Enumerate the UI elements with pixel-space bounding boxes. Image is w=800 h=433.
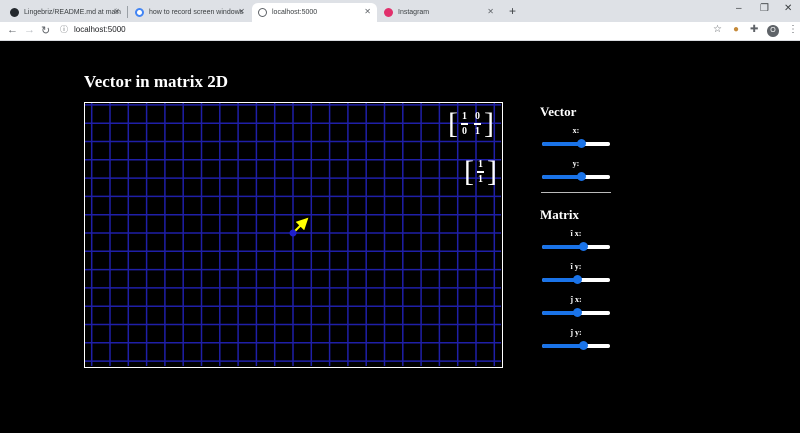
back-icon[interactable]: ← [7, 24, 18, 36]
slider[interactable] [542, 341, 610, 350]
slider-thumb[interactable] [577, 139, 587, 148]
window-close-icon[interactable]: ✕ [784, 3, 792, 14]
tab-localhost[interactable]: localhost:5000 ✕ [252, 3, 377, 22]
browser-toolbar: ← → ↻ ⓘ localhost:5000 ☆ ● ✚ O ⋮ [0, 22, 800, 41]
page-title: Vector in matrix 2D [84, 72, 229, 91]
avatar[interactable]: O [767, 25, 779, 37]
new-tab-button[interactable]: + [509, 4, 516, 18]
slider[interactable] [542, 172, 610, 181]
tab-title: Lingebriz/README.md at main [24, 9, 121, 16]
matrix-heading: Matrix [540, 207, 579, 222]
matrix-display: [ 10 01 ] [448, 107, 494, 140]
globe-icon [258, 8, 267, 17]
tab-instagram[interactable]: Instagram ✕ [378, 3, 500, 22]
slider-label: î x: [570, 229, 582, 238]
slider[interactable] [542, 242, 610, 251]
slider-thumb[interactable] [573, 308, 583, 317]
divider [541, 192, 611, 193]
slider-thumb[interactable] [578, 242, 588, 251]
origin-point [289, 229, 297, 237]
tab-title: localhost:5000 [272, 9, 318, 16]
info-icon[interactable]: ⓘ [60, 25, 68, 34]
puzzle-icon[interactable]: ✚ [750, 24, 758, 35]
google-icon [135, 8, 144, 17]
control-panel: Vector x: y: Matrix î x: î y: ĵ x: ĵ y: [540, 104, 612, 361]
tab-title: how to record screen windows [149, 9, 244, 16]
slider-label: y: [572, 159, 580, 168]
vector-display: [ 11 ] [464, 155, 497, 188]
tab-github[interactable]: Lingebriz/README.md at main ✕ [4, 3, 126, 22]
close-icon[interactable]: ✕ [364, 7, 371, 16]
bookmark-star-icon[interactable]: ☆ [713, 24, 722, 35]
grid-svg [85, 103, 501, 366]
tab-google[interactable]: how to record screen windows ✕ [129, 3, 251, 22]
forward-icon[interactable]: → [24, 24, 35, 36]
slider[interactable] [542, 308, 610, 317]
slider-label: î y: [570, 262, 582, 271]
slider-thumb[interactable] [578, 341, 588, 350]
extension-icon[interactable]: ● [733, 24, 739, 35]
slider-thumb[interactable] [577, 172, 587, 181]
maximize-icon[interactable]: ❐ [760, 3, 769, 14]
github-icon [10, 8, 19, 17]
reload-icon[interactable]: ↻ [41, 24, 50, 37]
minimize-icon[interactable]: – [736, 3, 742, 14]
slider-label: ĵ y: [570, 328, 582, 337]
slider[interactable] [542, 275, 610, 284]
close-icon[interactable]: ✕ [238, 7, 245, 16]
page: Vector in matrix 2D [ 10 01 ] [ 11 ] Vec… [0, 42, 800, 433]
plot-canvas[interactable]: [ 10 01 ] [ 11 ] [84, 102, 503, 368]
menu-icon[interactable]: ⋮ [788, 24, 798, 35]
slider-thumb[interactable] [573, 275, 583, 284]
tab-strip: Lingebriz/README.md at main ✕ how to rec… [0, 0, 800, 22]
address-bar[interactable]: ⓘ localhost:5000 [60, 24, 126, 35]
tab-title: Instagram [398, 9, 430, 16]
instagram-icon [384, 8, 393, 17]
slider[interactable] [542, 139, 610, 148]
close-icon[interactable]: ✕ [487, 7, 494, 16]
slider-label: ĵ x: [570, 295, 582, 304]
vector-heading: Vector [540, 104, 577, 119]
close-icon[interactable]: ✕ [113, 7, 120, 16]
url-text: localhost:5000 [74, 25, 126, 34]
slider-label: x: [572, 126, 580, 135]
